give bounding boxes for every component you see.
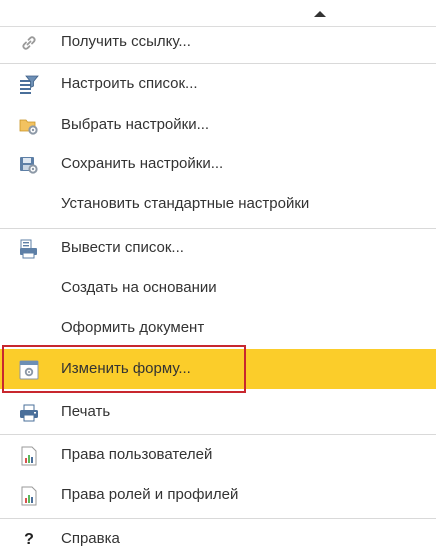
menu-item-choose-settings[interactable]: Выбрать настройки... [0,105,436,145]
menu-item-label: Оформить документ [61,319,205,336]
menu-item-create-based[interactable]: Создать на основании [0,268,436,308]
menu-item-role-rights[interactable]: Права ролей и профилей [0,475,436,515]
menu-item-help[interactable]: ? Справка [0,519,436,559]
menu-item-label: Создать на основании [61,279,217,296]
printer-icon [19,403,39,423]
menu-item-configure-list[interactable]: Настроить список... [0,64,436,104]
menu-item-label: Вывести список... [61,239,184,256]
menu-item-label: Справка [61,530,120,547]
save-gear-icon [19,155,39,175]
menu-item-save-settings[interactable]: Сохранить настройки... [0,144,436,184]
report-chart-icon [19,446,39,466]
menu-item-print[interactable]: Печать [0,392,436,432]
menu-item-user-rights[interactable]: Права пользователей [0,435,436,475]
menu-item-make-document[interactable]: Оформить документ [0,308,436,348]
menu-item-label: Настроить список... [61,75,198,92]
menu-item-label: Права ролей и профилей [61,486,239,503]
filter-list-icon [19,75,39,95]
folder-gear-icon [19,116,39,136]
menu-item-get-link[interactable]: Получить ссылку... [0,22,436,62]
menu-item-label: Установить стандартные настройки [61,195,310,212]
context-menu: Получить ссылку... Настроить список... В… [0,0,436,555]
triangle-up-icon [314,11,326,17]
menu-item-label: Получить ссылку... [61,33,191,50]
menu-item-print-list[interactable]: Вывести список... [0,228,436,268]
question-icon: ? [24,531,34,548]
menu-item-default-settings[interactable]: Установить стандартные настройки [0,184,436,224]
report-chart-icon [19,486,39,506]
link-icon [19,33,39,53]
menu-item-label: Печать [61,403,111,420]
menu-item-label: Права пользователей [61,446,213,463]
menu-item-label: Выбрать настройки... [61,116,210,133]
list-print-icon [19,239,39,259]
menu-item-label: Сохранить настройки... [61,155,224,172]
focus-highlight-box [2,345,246,393]
